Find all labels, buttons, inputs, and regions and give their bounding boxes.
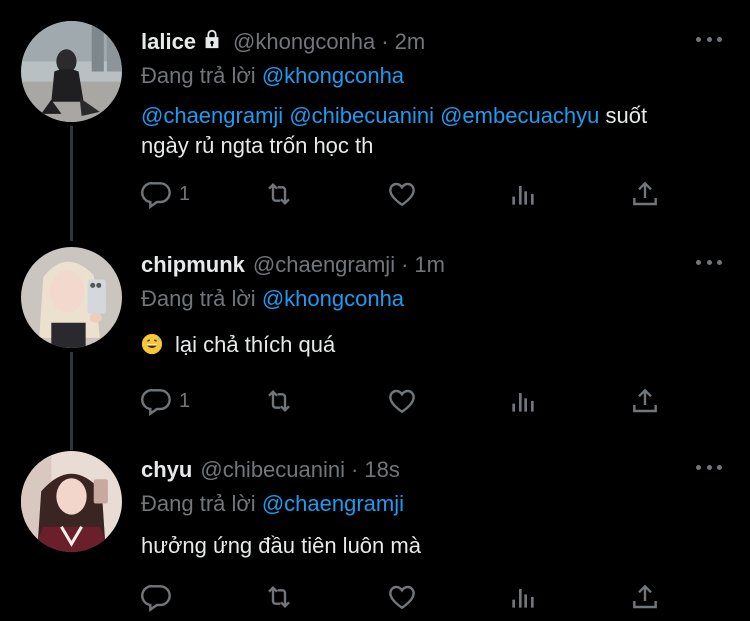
reply-to-mention[interactable]: @khongconha <box>262 63 404 88</box>
grinning-sweat-emoji <box>141 333 163 355</box>
tweet-actions: 1 <box>141 384 681 418</box>
more-icon[interactable] <box>696 457 722 477</box>
more-icon[interactable] <box>696 252 722 272</box>
reply-to-mention[interactable]: @chaengramji <box>262 491 404 516</box>
share-icon <box>633 388 657 413</box>
reply-icon <box>141 585 171 612</box>
reply-context: Đang trả lời @khongconha <box>141 61 730 91</box>
views-icon <box>512 186 534 205</box>
mention-link[interactable]: @embecuachyu <box>440 103 599 128</box>
timestamp[interactable]: 18s <box>364 457 399 483</box>
share-button[interactable] <box>629 580 661 614</box>
reply-button[interactable]: 1 <box>141 177 190 211</box>
tweet-text-part: hưởng ứng đầu tiên luôn mà <box>141 533 421 558</box>
avatar[interactable] <box>21 451 122 552</box>
separator-dot: · <box>381 29 389 54</box>
heart-icon <box>389 389 415 414</box>
avatar-image <box>21 21 122 122</box>
like-button[interactable] <box>386 177 418 211</box>
views-button[interactable] <box>507 177 539 211</box>
views-icon <box>512 589 534 608</box>
retweet-icon <box>268 182 290 206</box>
lock-icon <box>201 28 223 56</box>
tweet-text: @chaengramji @chibecuanini @embecuachyu … <box>141 101 730 161</box>
reply-context: Đang trả lời @khongconha <box>141 284 730 314</box>
avatar[interactable] <box>21 21 122 122</box>
separator-dot: · <box>351 457 359 482</box>
share-button[interactable] <box>629 177 661 211</box>
share-icon <box>633 181 657 206</box>
tweet-text-part: suốt <box>605 103 648 128</box>
reply-count: 1 <box>179 389 191 412</box>
user-handle[interactable]: @khongconha <box>233 29 375 55</box>
more-icon[interactable] <box>696 29 722 49</box>
tweet-text-part: ngày rủ ngta trốn học th <box>141 133 374 158</box>
retweet-button[interactable] <box>263 580 295 614</box>
reply-prefix: Đang trả lời <box>141 286 256 311</box>
reply-icon <box>141 389 171 416</box>
avatar[interactable] <box>21 247 122 348</box>
reply-button[interactable]: 1 <box>141 384 190 418</box>
reply-context: Đang trả lời @chaengramji <box>141 489 730 519</box>
user-handle[interactable]: @chaengramji <box>253 252 395 278</box>
tweet-actions: 1 <box>141 177 681 211</box>
avatar-image <box>21 247 122 348</box>
timestamp[interactable]: 2m <box>395 29 426 55</box>
reply-prefix: Đang trả lời <box>141 63 256 88</box>
retweet-icon <box>268 585 290 609</box>
views-button[interactable] <box>507 580 539 614</box>
reply-to-mention[interactable]: @khongconha <box>262 286 404 311</box>
timestamp[interactable]: 1m <box>414 252 445 278</box>
like-button[interactable] <box>386 384 418 418</box>
reply-prefix: Đang trả lời <box>141 491 256 516</box>
heart-icon <box>389 585 415 610</box>
display-name[interactable]: chipmunk <box>141 252 245 278</box>
reply-button[interactable] <box>141 580 173 614</box>
reply-icon <box>141 182 171 209</box>
retweet-button[interactable] <box>263 177 295 211</box>
share-button[interactable] <box>629 384 661 418</box>
tweet-text: hưởng ứng đầu tiên luôn mà <box>141 531 730 561</box>
mention-link[interactable]: @chaengramji <box>141 103 283 128</box>
tweet-text: lại chả thích quá <box>141 330 730 360</box>
views-icon <box>512 393 534 412</box>
share-icon <box>633 584 657 609</box>
heart-icon <box>389 182 415 207</box>
avatar-image <box>21 451 122 552</box>
reply-count: 1 <box>179 182 191 205</box>
display-name[interactable]: lalice <box>141 29 196 55</box>
retweet-icon <box>268 389 290 413</box>
user-handle[interactable]: @chibecuanini <box>200 457 345 483</box>
display-name[interactable]: chyu <box>141 457 192 483</box>
mention-link[interactable]: @chibecuanini <box>289 103 434 128</box>
views-button[interactable] <box>507 384 539 418</box>
like-button[interactable] <box>386 580 418 614</box>
retweet-button[interactable] <box>263 384 295 418</box>
separator-dot: · <box>401 252 409 277</box>
tweet-text-part: lại chả thích quá <box>175 332 336 357</box>
tweet-actions <box>141 580 681 614</box>
